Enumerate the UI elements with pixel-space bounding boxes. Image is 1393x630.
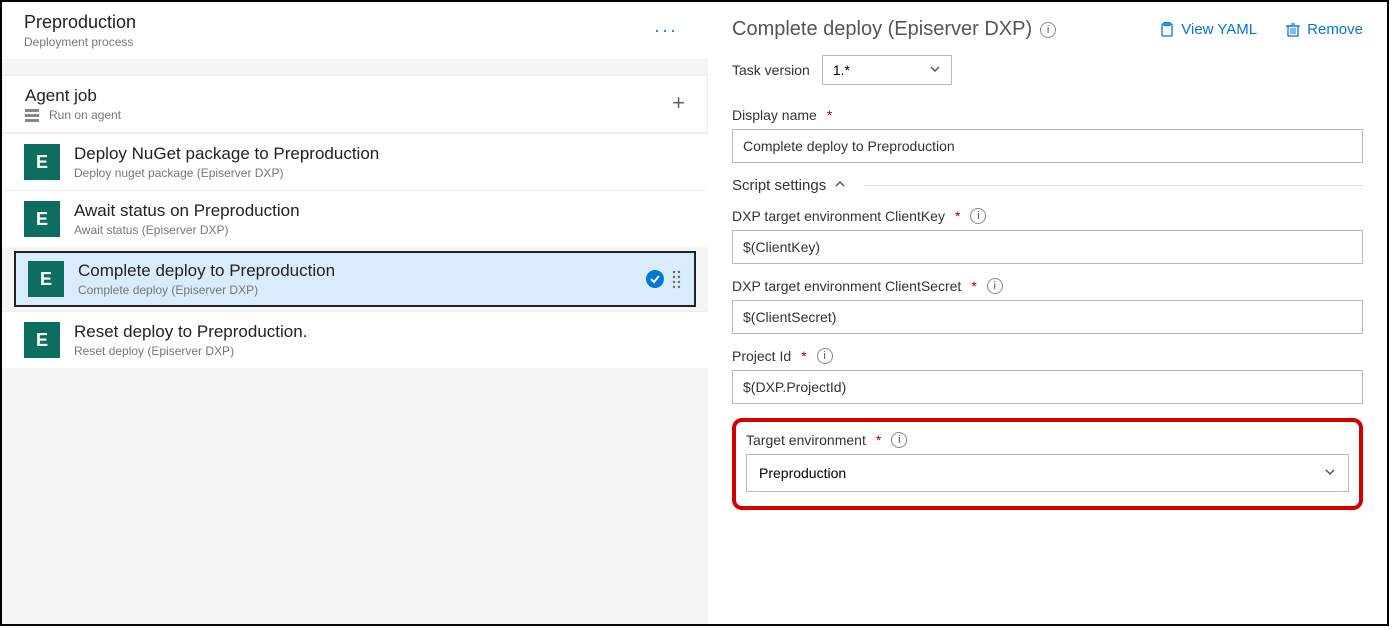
required-asterisk: * — [955, 208, 960, 224]
task-subtitle: Complete deploy (Episerver DXP) — [78, 283, 335, 297]
task-version-row: Task version 1.* — [732, 55, 1363, 85]
selected-task-title: Complete deploy (Episerver DXP) — [732, 18, 1032, 41]
task-extension-icon: E — [24, 201, 60, 237]
stage-subtitle: Deployment process — [24, 35, 136, 49]
project-id-label: Project Id — [732, 348, 791, 364]
required-asterisk: * — [801, 348, 806, 364]
task-list-pane: Preproduction Deployment process ··· Age… — [2, 2, 708, 624]
client-secret-input[interactable] — [732, 300, 1363, 334]
client-secret-label: DXP target environment ClientSecret — [732, 278, 961, 294]
agent-pool-icon — [25, 108, 39, 122]
more-actions-button[interactable]: ··· — [654, 20, 678, 41]
task-extension-icon: E — [28, 261, 64, 297]
stage-title: Preproduction — [24, 12, 136, 33]
task-version-label: Task version — [732, 62, 810, 78]
task-extension-icon: E — [24, 144, 60, 180]
view-yaml-button[interactable]: View YAML — [1159, 21, 1257, 38]
target-env-label: Target environment — [746, 432, 866, 448]
task-details-header: Complete deploy (Episerver DXP) i View Y… — [732, 18, 1363, 41]
info-icon[interactable]: i — [970, 208, 986, 224]
remove-task-button[interactable]: Remove — [1285, 21, 1363, 38]
task-title: Deploy NuGet package to Preproduction — [74, 144, 379, 164]
task-subtitle: Deploy nuget package (Episerver DXP) — [74, 166, 379, 180]
clipboard-icon — [1159, 22, 1175, 38]
task-row[interactable]: E Await status on Preproduction Await st… — [2, 190, 708, 247]
stage-header: Preproduction Deployment process ··· — [2, 2, 708, 59]
task-title: Reset deploy to Preproduction. — [74, 322, 307, 342]
task-enabled-icon — [646, 270, 664, 288]
agent-job-title: Agent job — [25, 86, 121, 106]
info-icon[interactable]: i — [1040, 22, 1056, 38]
agent-job-subtitle: Run on agent — [25, 108, 121, 122]
target-env-select[interactable]: Preproduction — [746, 454, 1349, 492]
client-secret-group: DXP target environment ClientSecret * i — [732, 278, 1363, 334]
display-name-label: Display name — [732, 107, 817, 123]
project-id-input[interactable] — [732, 370, 1363, 404]
task-details-pane: Complete deploy (Episerver DXP) i View Y… — [708, 2, 1387, 624]
info-icon[interactable]: i — [817, 348, 833, 364]
info-icon[interactable]: i — [987, 278, 1003, 294]
chevron-up-icon — [834, 177, 846, 194]
agent-job-row[interactable]: Agent job Run on agent + — [2, 75, 708, 133]
task-version-select[interactable]: 1.* — [822, 55, 952, 85]
required-asterisk: * — [876, 432, 881, 448]
required-asterisk: * — [827, 107, 832, 123]
client-key-label: DXP target environment ClientKey — [732, 208, 945, 224]
client-key-input[interactable] — [732, 230, 1363, 264]
task-title: Complete deploy to Preproduction — [78, 261, 335, 281]
required-asterisk: * — [971, 278, 976, 294]
task-extension-icon: E — [24, 322, 60, 358]
add-task-button[interactable]: + — [672, 90, 685, 116]
display-name-group: Display name * — [732, 107, 1363, 163]
chevron-down-icon — [929, 62, 941, 78]
drag-handle-icon[interactable] — [672, 269, 682, 289]
chevron-down-icon — [1324, 465, 1336, 481]
task-row-selected[interactable]: E Complete deploy to Preproduction Compl… — [14, 251, 696, 307]
task-subtitle: Reset deploy (Episerver DXP) — [74, 344, 307, 358]
task-row[interactable]: E Deploy NuGet package to Preproduction … — [2, 133, 708, 190]
task-row[interactable]: E Reset deploy to Preproduction. Reset d… — [2, 311, 708, 368]
info-icon[interactable]: i — [891, 432, 907, 448]
display-name-input[interactable] — [732, 129, 1363, 163]
highlighted-target-env: Target environment * i Preproduction — [732, 418, 1363, 510]
task-title: Await status on Preproduction — [74, 201, 300, 221]
trash-icon — [1285, 22, 1301, 38]
task-subtitle: Await status (Episerver DXP) — [74, 223, 300, 237]
project-id-group: Project Id * i — [732, 348, 1363, 404]
script-settings-section[interactable]: Script settings — [732, 177, 1363, 194]
client-key-group: DXP target environment ClientKey * i — [732, 208, 1363, 264]
